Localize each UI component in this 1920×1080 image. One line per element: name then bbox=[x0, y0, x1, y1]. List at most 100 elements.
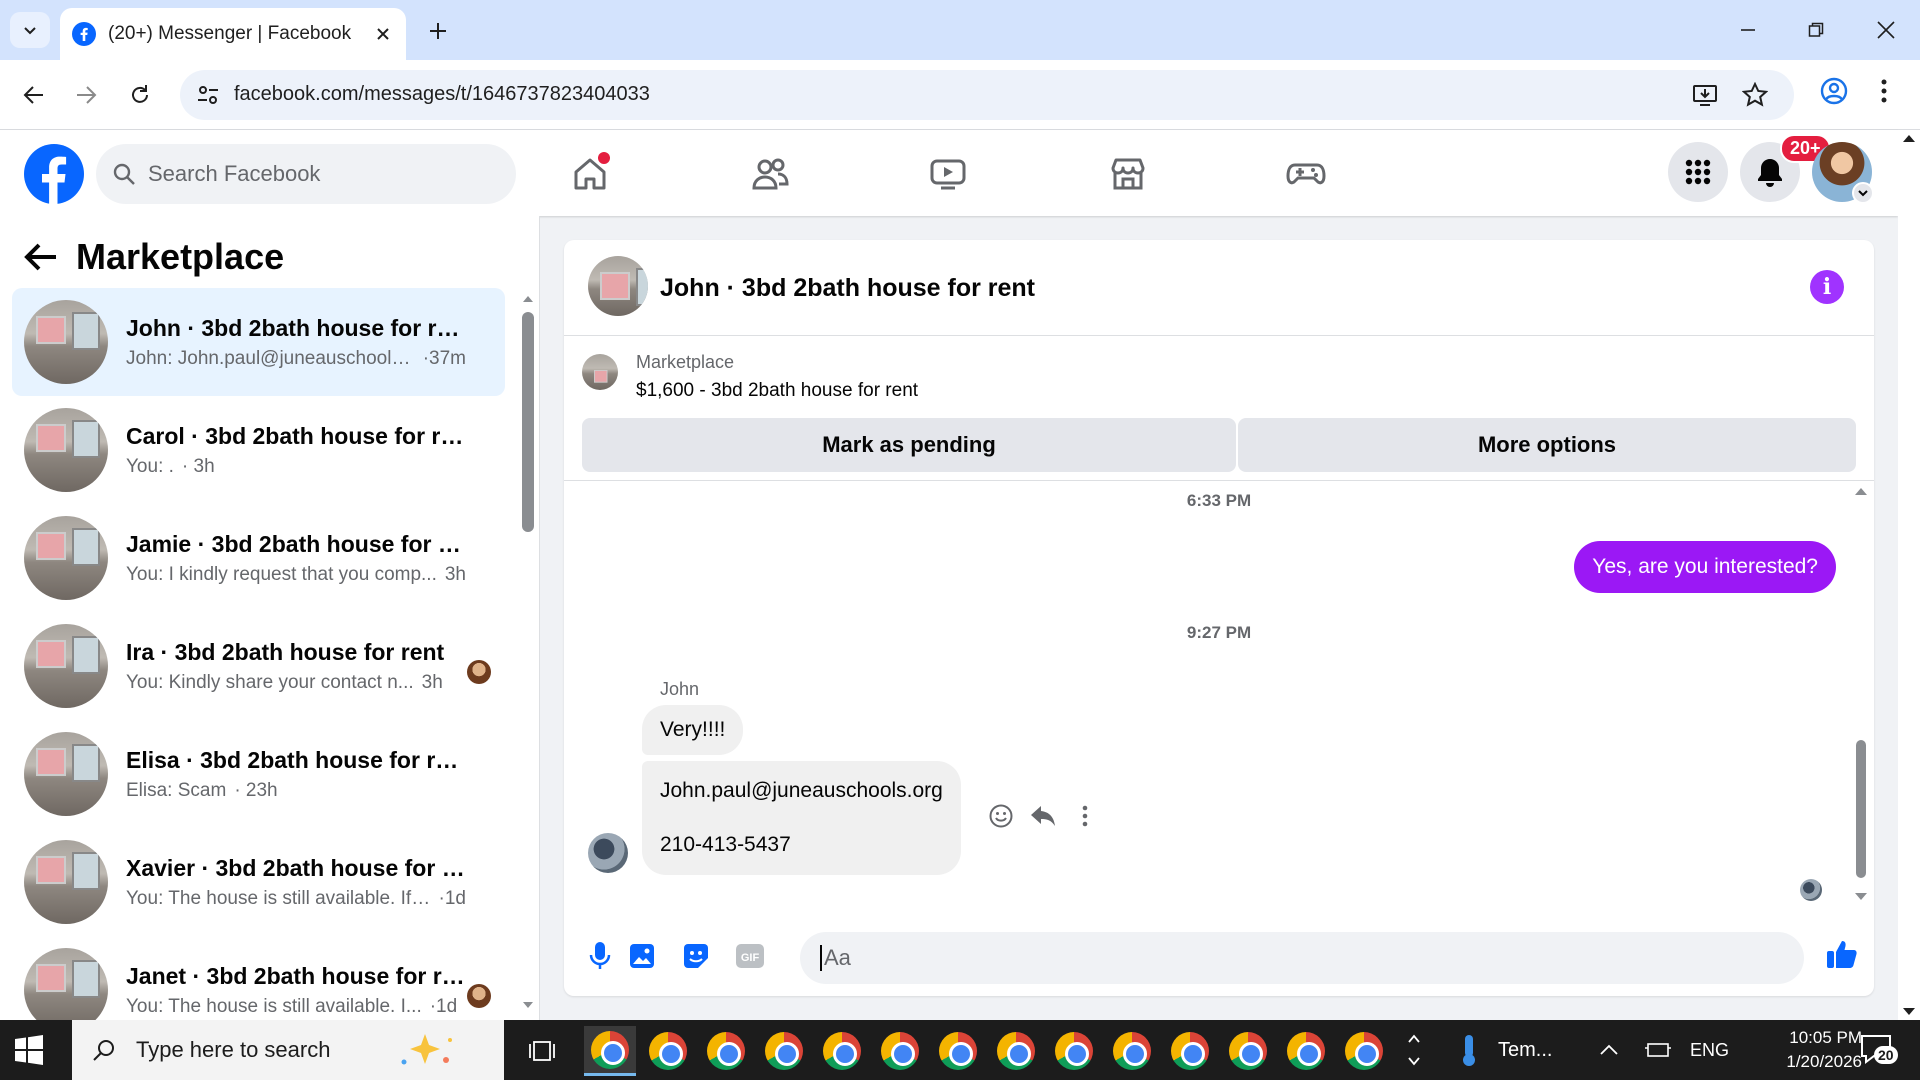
conversation-item[interactable]: Carol · 3bd 2bath house for rent You: . … bbox=[12, 396, 505, 504]
video-icon bbox=[930, 159, 966, 190]
info-icon[interactable]: i bbox=[1810, 270, 1844, 304]
facebook-search-input[interactable]: Search Facebook bbox=[96, 144, 516, 204]
conversation-snippet: You: Kindly share your contact n... bbox=[126, 671, 414, 693]
taskbar-chrome-window[interactable] bbox=[932, 1026, 984, 1076]
marketplace-label: Marketplace bbox=[636, 352, 735, 372]
taskbar-chrome-window[interactable] bbox=[642, 1026, 694, 1076]
search-icon bbox=[113, 163, 135, 185]
install-app-icon[interactable] bbox=[1692, 82, 1718, 108]
facebook-logo-icon[interactable] bbox=[24, 144, 84, 204]
bookmark-star-icon[interactable] bbox=[1742, 82, 1768, 108]
restore-button[interactable] bbox=[1786, 10, 1846, 50]
gif-button[interactable]: GIF bbox=[732, 938, 768, 974]
new-tab-button[interactable] bbox=[418, 14, 458, 48]
conversation-item[interactable]: Xavier · 3bd 2bath house for rent You: T… bbox=[12, 828, 505, 936]
sticker-button[interactable] bbox=[678, 938, 714, 974]
taskbar-chrome-window[interactable] bbox=[874, 1026, 926, 1076]
taskbar-search[interactable]: Type here to search bbox=[72, 1020, 504, 1080]
chat-listing-avatar[interactable] bbox=[588, 256, 648, 316]
browser-tab[interactable]: (20+) Messenger | Facebook bbox=[60, 8, 406, 60]
chat-scrollbar-thumb[interactable] bbox=[1856, 740, 1866, 878]
tab-title: (20+) Messenger | Facebook bbox=[108, 23, 352, 44]
weather-widget[interactable]: Tem... bbox=[1454, 1020, 1552, 1080]
nav-marketplace[interactable] bbox=[1098, 150, 1158, 198]
task-view-button[interactable] bbox=[516, 1026, 568, 1076]
conversation-item[interactable]: John · 3bd 2bath house for rent John: Jo… bbox=[12, 288, 505, 396]
site-settings-icon[interactable] bbox=[196, 83, 220, 107]
like-button[interactable] bbox=[1822, 934, 1862, 974]
account-menu-caret[interactable] bbox=[1852, 182, 1874, 204]
tab-search-dropdown[interactable] bbox=[10, 12, 50, 48]
nav-video[interactable] bbox=[918, 150, 978, 198]
listing-title[interactable]: $1,600 - 3bd 2bath house for rent bbox=[636, 380, 918, 402]
chevron-up-icon[interactable] bbox=[1598, 1040, 1620, 1060]
taskbar-clock[interactable]: 10:05 PM 1/20/2026 bbox=[1742, 1026, 1862, 1074]
nav-friends[interactable] bbox=[740, 150, 800, 198]
taskbar-chrome-window[interactable] bbox=[1222, 1026, 1274, 1076]
page-scrollbar[interactable] bbox=[1898, 130, 1920, 1020]
taskbar-chrome-window[interactable] bbox=[1048, 1026, 1100, 1076]
outgoing-message[interactable]: Yes, are you interested? bbox=[1574, 541, 1836, 593]
forward-button[interactable] bbox=[66, 75, 106, 115]
conversation-item[interactable]: Jamie · 3bd 2bath house for rent You: I … bbox=[12, 504, 505, 612]
chrome-icon bbox=[591, 1030, 629, 1069]
incoming-message[interactable]: John.paul@juneauschools.org 210-413-5437 bbox=[642, 761, 961, 875]
reply-button[interactable] bbox=[1028, 801, 1058, 831]
network-icon[interactable] bbox=[1644, 1038, 1672, 1062]
mark-as-pending-button[interactable]: Mark as pending bbox=[582, 418, 1236, 472]
taskbar-chrome-window[interactable] bbox=[584, 1026, 636, 1076]
more-actions-button[interactable] bbox=[1070, 801, 1100, 831]
reload-button[interactable] bbox=[120, 75, 160, 115]
sidebar-scrollbar-thumb[interactable] bbox=[522, 312, 534, 532]
back-arrow-icon[interactable] bbox=[24, 242, 58, 272]
notification-center-button[interactable]: 20 bbox=[1856, 1030, 1898, 1070]
sender-avatar[interactable] bbox=[588, 833, 628, 873]
conversation-time: ·1d bbox=[429, 995, 458, 1017]
attach-photo-button[interactable] bbox=[624, 938, 660, 974]
message-thread: 6:33 PM Yes, are you interested? 9:27 PM… bbox=[564, 481, 1874, 911]
taskbar-chrome-window[interactable] bbox=[1164, 1026, 1216, 1076]
taskbar-chrome-window[interactable] bbox=[1106, 1026, 1158, 1076]
nav-gaming[interactable] bbox=[1276, 150, 1336, 198]
address-bar[interactable]: facebook.com/messages/t/1646737823404033 bbox=[180, 70, 1794, 120]
conversation-item[interactable]: Janet · 3bd 2bath house for re... You: T… bbox=[12, 936, 505, 1020]
listing-thumbnail bbox=[24, 624, 108, 708]
nav-home[interactable] bbox=[560, 150, 620, 198]
message-input[interactable]: Aa bbox=[800, 932, 1804, 984]
conversation-item[interactable]: Ira · 3bd 2bath house for rent You: Kind… bbox=[12, 612, 505, 720]
close-window-button[interactable] bbox=[1856, 10, 1916, 50]
back-button[interactable] bbox=[14, 75, 54, 115]
taskbar-chrome-window[interactable] bbox=[1280, 1026, 1332, 1076]
conversation-time: · 3h bbox=[181, 455, 215, 477]
incoming-message[interactable]: Very!!!! bbox=[642, 705, 744, 755]
windows-start-icon[interactable] bbox=[14, 1035, 44, 1065]
conversation-snippet: You: The house is still available. I... bbox=[126, 995, 422, 1017]
minimize-button[interactable] bbox=[1718, 10, 1778, 50]
conversation-name: Carol · 3bd 2bath house for rent bbox=[126, 422, 466, 449]
profile-icon[interactable] bbox=[1820, 77, 1848, 105]
taskbar-chrome-window[interactable] bbox=[700, 1026, 752, 1076]
tab-close-button[interactable] bbox=[368, 19, 398, 49]
sidebar-title: Marketplace bbox=[76, 236, 285, 277]
taskbar-chrome-window[interactable] bbox=[816, 1026, 868, 1076]
chat-title[interactable]: John · 3bd 2bath house for rent bbox=[660, 274, 1035, 303]
language-indicator[interactable]: ENG bbox=[1690, 1020, 1729, 1080]
grid-menu-icon bbox=[1685, 159, 1711, 185]
more-options-button[interactable]: More options bbox=[1238, 418, 1856, 472]
taskbar-chrome-window[interactable] bbox=[1338, 1026, 1390, 1076]
taskbar-overflow-icon[interactable] bbox=[1406, 1024, 1422, 1076]
listing-mini-thumbnail[interactable] bbox=[582, 354, 618, 390]
task-view-icon bbox=[529, 1041, 555, 1061]
voice-clip-button[interactable] bbox=[582, 938, 618, 974]
timestamp: 6:33 PM bbox=[1186, 491, 1252, 510]
menu-button[interactable] bbox=[1668, 142, 1728, 202]
react-button[interactable] bbox=[986, 801, 1016, 831]
reply-icon bbox=[1031, 806, 1055, 826]
marketplace-listing-card: Marketplace $1,600 - 3bd 2bath house for… bbox=[564, 336, 1874, 481]
kebab-menu-icon[interactable] bbox=[1878, 77, 1890, 105]
taskbar-chrome-window[interactable] bbox=[758, 1026, 810, 1076]
seen-avatar bbox=[467, 984, 491, 1008]
taskbar-chrome-window[interactable] bbox=[990, 1026, 1042, 1076]
search-icon bbox=[93, 1040, 114, 1061]
conversation-item[interactable]: Elisa · 3bd 2bath house for rent Elisa: … bbox=[12, 720, 505, 828]
